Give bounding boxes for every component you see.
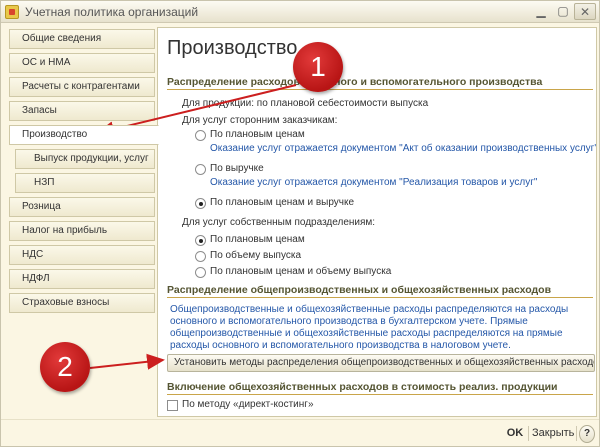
- ok-button[interactable]: OK: [504, 425, 526, 443]
- third-party-planned-hint: Оказание услуг отражается документом "Ак…: [210, 143, 597, 154]
- page-title: Производство: [167, 37, 298, 59]
- maximize-icon[interactable]: ▢: [552, 3, 574, 20]
- section-overhead-heading: Распределение общепроизводственных и общ…: [167, 284, 552, 296]
- sidebar-item-retail[interactable]: Розница: [9, 197, 155, 217]
- sidebar-item-inventory[interactable]: Запасы: [9, 101, 155, 121]
- section-direct-costing-heading: Включение общехозяйственных расходов в с…: [167, 381, 558, 393]
- own-divisions-label: Для услуг собственным подразделениям:: [182, 217, 376, 228]
- help-button[interactable]: ?: [579, 425, 595, 443]
- radio-own-planned-label: По плановым ценам: [210, 234, 305, 245]
- annotation-marker-2: 2: [40, 342, 90, 392]
- close-icon[interactable]: ✕: [574, 3, 596, 20]
- window-title: Учетная политика организаций: [25, 5, 199, 19]
- sidebar-item-general[interactable]: Общие сведения: [9, 29, 155, 49]
- products-costing-text: Для продукции: по плановой себестоимости…: [182, 98, 429, 109]
- third-party-revenue-hint: Оказание услуг отражается документом "Ре…: [210, 177, 538, 188]
- direct-costing-checkbox-label: По методу «директ-костинг»: [182, 399, 314, 410]
- content-panel: Производство Распределение расходов осно…: [157, 27, 597, 417]
- app-logo-icon: [5, 5, 19, 19]
- annotation-marker-1: 1: [293, 42, 343, 92]
- sidebar-item-counterparties[interactable]: Расчеты с контрагентами: [9, 77, 155, 97]
- close-button[interactable]: Закрыть: [532, 425, 574, 443]
- radio-own-planned-volume-label: По плановым ценам и объему выпуска: [210, 266, 392, 277]
- sidebar-item-insurance[interactable]: Страховые взносы: [9, 293, 155, 313]
- radio-third-party-revenue[interactable]: [195, 164, 206, 175]
- radio-own-volume-label: По объему выпуска: [210, 250, 302, 261]
- radio-third-party-planned[interactable]: [195, 130, 206, 141]
- sidebar-item-profit-tax[interactable]: Налог на прибыль: [9, 221, 155, 241]
- divider: [528, 426, 529, 441]
- radio-third-party-planned-revenue[interactable]: [195, 198, 206, 209]
- sidebar-item-wip[interactable]: НЗП: [15, 173, 155, 193]
- sidebar-item-production[interactable]: Производство: [9, 125, 159, 145]
- sidebar-item-fixed-assets[interactable]: ОС и НМА: [9, 53, 155, 73]
- radio-third-party-revenue-label: По выручке: [210, 163, 264, 174]
- radio-third-party-planned-label: По плановым ценам: [210, 129, 305, 140]
- divider: [576, 426, 577, 441]
- sidebar-item-income-tax[interactable]: НДФЛ: [9, 269, 155, 289]
- set-overhead-methods-button[interactable]: Установить методы распределения общепрои…: [167, 354, 595, 372]
- radio-third-party-planned-revenue-label: По плановым ценам и выручке: [210, 197, 355, 208]
- section-divider: [167, 89, 593, 90]
- title-bar: Учетная политика организаций ▁ ▢ ✕: [1, 1, 599, 23]
- radio-own-volume[interactable]: [195, 251, 206, 262]
- third-party-services-label: Для услуг сторонним заказчикам:: [182, 115, 338, 126]
- section-divider: [167, 394, 593, 395]
- radio-own-planned[interactable]: [195, 235, 206, 246]
- radio-own-planned-volume[interactable]: [195, 267, 206, 278]
- sidebar-item-vat[interactable]: НДС: [9, 245, 155, 265]
- overhead-description: Общепроизводственные и общехозяйственные…: [170, 304, 569, 351]
- direct-costing-checkbox[interactable]: [167, 400, 178, 411]
- bottom-bar: OK Закрыть ?: [1, 419, 599, 446]
- minimize-icon[interactable]: ▁: [530, 3, 552, 20]
- sidebar-item-output[interactable]: Выпуск продукции, услуг: [15, 149, 155, 169]
- section-production-costs-heading: Распределение расходов основного и вспом…: [167, 76, 543, 88]
- section-divider: [167, 297, 593, 298]
